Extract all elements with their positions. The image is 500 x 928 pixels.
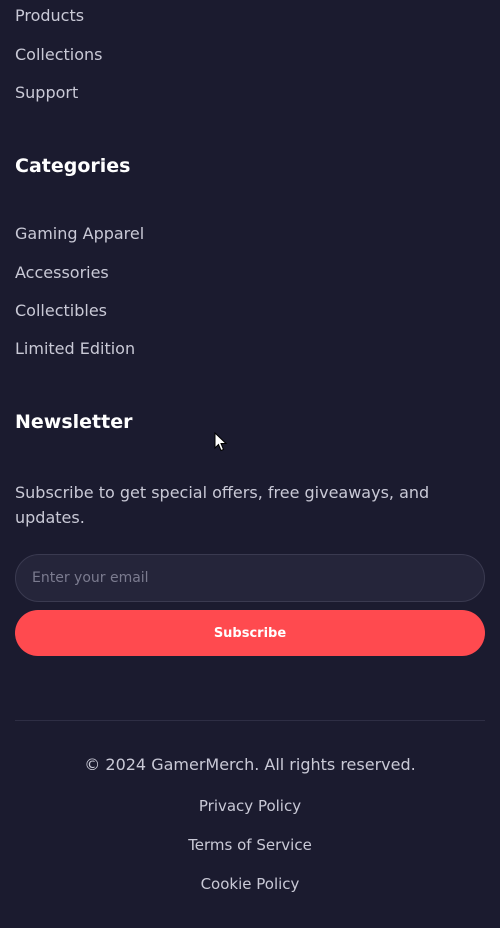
copyright-text: © 2024 GamerMerch. All rights reserved. xyxy=(84,755,416,774)
cookie-policy-link[interactable]: Cookie Policy xyxy=(0,874,500,894)
newsletter-email-input[interactable] xyxy=(15,554,485,602)
category-link-collectibles[interactable]: Collectibles xyxy=(15,301,107,321)
category-link-limited-edition[interactable]: Limited Edition xyxy=(15,339,135,359)
categories-heading: Categories xyxy=(15,155,131,177)
newsletter-heading: Newsletter xyxy=(15,411,133,433)
terms-of-service-link[interactable]: Terms of Service xyxy=(0,835,500,855)
newsletter-description: Subscribe to get special offers, free gi… xyxy=(15,483,430,527)
footer-link-support[interactable]: Support xyxy=(15,83,78,103)
category-link-gaming-apparel[interactable]: Gaming Apparel xyxy=(15,224,144,244)
footer-link-collections[interactable]: Collections xyxy=(15,45,102,65)
mouse-pointer-icon xyxy=(214,432,228,452)
site-footer: Products Collections Support Categories … xyxy=(0,0,500,928)
privacy-policy-link[interactable]: Privacy Policy xyxy=(0,796,500,816)
footer-divider xyxy=(15,720,485,721)
footer-link-products[interactable]: Products xyxy=(15,6,84,26)
category-link-accessories[interactable]: Accessories xyxy=(15,263,109,283)
subscribe-button[interactable]: Subscribe xyxy=(15,610,485,656)
